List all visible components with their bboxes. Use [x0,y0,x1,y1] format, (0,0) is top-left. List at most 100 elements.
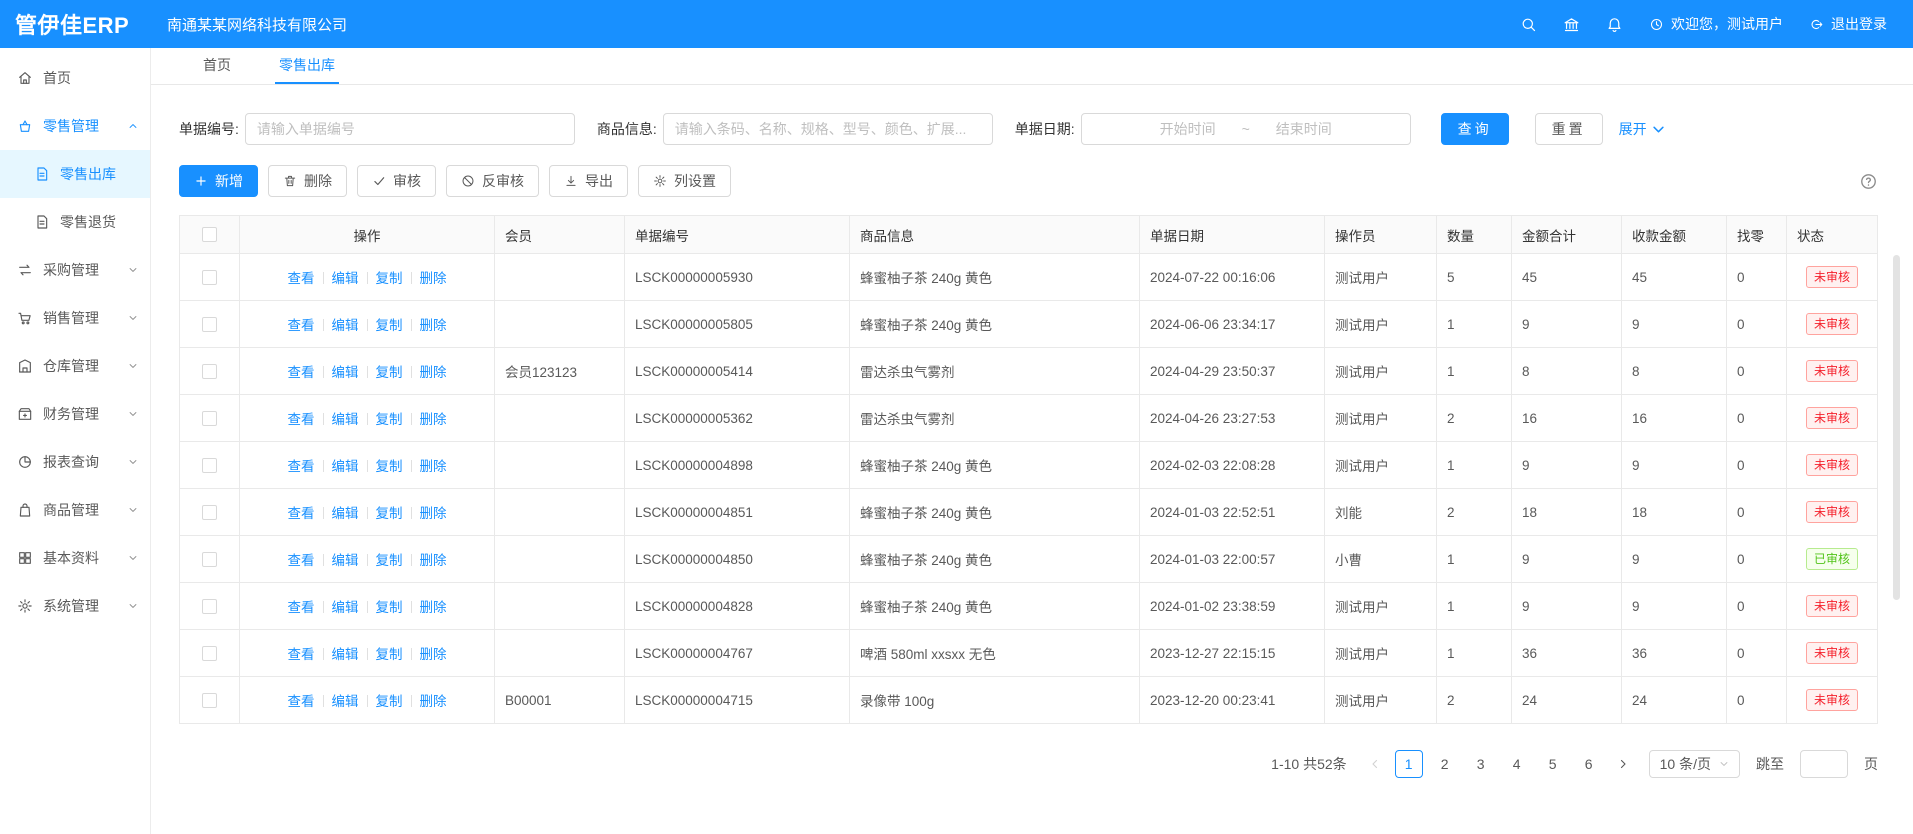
column-settings-button[interactable]: 列设置 [638,165,731,197]
page-number-5[interactable]: 5 [1539,750,1567,778]
help-icon[interactable] [1859,172,1878,191]
welcome-user[interactable]: 欢迎您，测试用户 [1649,14,1783,34]
bill-no-input[interactable] [245,113,575,145]
unaudit-button[interactable]: 反审核 [446,165,539,197]
row-delete-link[interactable]: 删除 [420,600,447,615]
jump-page-input[interactable] [1800,750,1848,778]
row-copy-link[interactable]: 复制 [376,553,403,568]
row-edit-link[interactable]: 编辑 [332,365,359,380]
sidebar-item-home[interactable]: 首页 [0,54,150,102]
separator [411,319,412,331]
row-copy-link[interactable]: 复制 [376,600,403,615]
row-checkbox[interactable] [202,693,217,708]
audit-button[interactable]: 审核 [357,165,436,197]
row-copy-link[interactable]: 复制 [376,412,403,427]
row-view-link[interactable]: 查看 [288,365,315,380]
next-page-button[interactable] [1611,750,1635,778]
tab-home[interactable]: 首页 [199,48,235,84]
sidebar-item-goods[interactable]: 商品管理 [0,486,150,534]
row-copy-link[interactable]: 复制 [376,271,403,286]
row-edit-link[interactable]: 编辑 [332,694,359,709]
row-checkbox[interactable] [202,411,217,426]
row-delete-link[interactable]: 删除 [420,318,447,333]
row-checkbox[interactable] [202,270,217,285]
row-copy-link[interactable]: 复制 [376,647,403,662]
row-checkbox[interactable] [202,505,217,520]
sidebar-item-system[interactable]: 系统管理 [0,582,150,630]
row-delete-link[interactable]: 删除 [420,365,447,380]
sidebar-item-retail-return[interactable]: 零售退货 [0,198,150,246]
row-view-link[interactable]: 查看 [288,600,315,615]
separator [323,695,324,707]
row-delete-link[interactable]: 删除 [420,412,447,427]
add-button[interactable]: 新增 [179,165,258,197]
product-info-input[interactable] [663,113,993,145]
delete-button[interactable]: 删除 [268,165,347,197]
sidebar-item-warehouse[interactable]: 仓库管理 [0,342,150,390]
page-number-6[interactable]: 6 [1575,750,1603,778]
row-copy-link[interactable]: 复制 [376,459,403,474]
row-view-link[interactable]: 查看 [288,647,315,662]
row-copy-link[interactable]: 复制 [376,506,403,521]
row-view-link[interactable]: 查看 [288,412,315,427]
row-edit-link[interactable]: 编辑 [332,412,359,427]
search-icon[interactable] [1520,16,1537,33]
row-checkbox[interactable] [202,599,217,614]
bank-icon[interactable] [1563,16,1580,33]
row-view-link[interactable]: 查看 [288,459,315,474]
row-delete-link[interactable]: 删除 [420,553,447,568]
row-view-link[interactable]: 查看 [288,318,315,333]
row-checkbox[interactable] [202,317,217,332]
row-checkbox[interactable] [202,552,217,567]
prev-page-button[interactable] [1363,750,1387,778]
sidebar-item-retail[interactable]: 零售管理 [0,102,150,150]
row-delete-link[interactable]: 删除 [420,506,447,521]
sidebar-item-finance[interactable]: 财务管理 [0,390,150,438]
row-checkbox[interactable] [202,646,217,661]
page-size-select[interactable]: 10 条/页 [1649,750,1740,778]
sidebar-item-purchase[interactable]: 采购管理 [0,246,150,294]
row-delete-link[interactable]: 删除 [420,271,447,286]
sidebar-item-label: 销售管理 [43,308,128,328]
row-view-link[interactable]: 查看 [288,271,315,286]
logout-button[interactable]: 退出登录 [1809,14,1887,34]
row-copy-link[interactable]: 复制 [376,694,403,709]
sidebar-item-basic[interactable]: 基本资料 [0,534,150,582]
page-number-4[interactable]: 4 [1503,750,1531,778]
export-button[interactable]: 导出 [549,165,628,197]
row-view-link[interactable]: 查看 [288,506,315,521]
row-checkbox[interactable] [202,364,217,379]
row-delete-link[interactable]: 删除 [420,647,447,662]
date-range-input[interactable]: 开始时间 ~ 结束时间 [1081,113,1411,145]
sidebar-item-retail-outbound[interactable]: 零售出库 [0,150,150,198]
sidebar-item-sales[interactable]: 销售管理 [0,294,150,342]
sidebar-item-report[interactable]: 报表查询 [0,438,150,486]
reset-button[interactable]: 重置 [1535,113,1603,145]
date-cell: 2023-12-27 22:15:15 [1140,630,1325,677]
row-view-link[interactable]: 查看 [288,694,315,709]
row-edit-link[interactable]: 编辑 [332,318,359,333]
bell-icon[interactable] [1606,16,1623,33]
row-delete-link[interactable]: 删除 [420,459,447,474]
row-view-link[interactable]: 查看 [288,553,315,568]
row-checkbox[interactable] [202,458,217,473]
row-edit-link[interactable]: 编辑 [332,271,359,286]
search-button[interactable]: 查询 [1441,113,1509,145]
row-copy-link[interactable]: 复制 [376,365,403,380]
date-cell: 2024-02-03 22:08:28 [1140,442,1325,489]
row-delete-link[interactable]: 删除 [420,694,447,709]
tab-retail-outbound[interactable]: 零售出库 [275,48,339,84]
row-edit-link[interactable]: 编辑 [332,459,359,474]
separator [411,366,412,378]
row-copy-link[interactable]: 复制 [376,318,403,333]
page-number-1[interactable]: 1 [1395,750,1423,778]
select-all-checkbox[interactable] [202,227,217,242]
expand-link[interactable]: 展开 [1619,119,1666,139]
row-edit-link[interactable]: 编辑 [332,553,359,568]
row-edit-link[interactable]: 编辑 [332,647,359,662]
page-number-2[interactable]: 2 [1431,750,1459,778]
row-edit-link[interactable]: 编辑 [332,600,359,615]
scrollbar-thumb[interactable] [1893,255,1900,600]
row-edit-link[interactable]: 编辑 [332,506,359,521]
page-number-3[interactable]: 3 [1467,750,1495,778]
